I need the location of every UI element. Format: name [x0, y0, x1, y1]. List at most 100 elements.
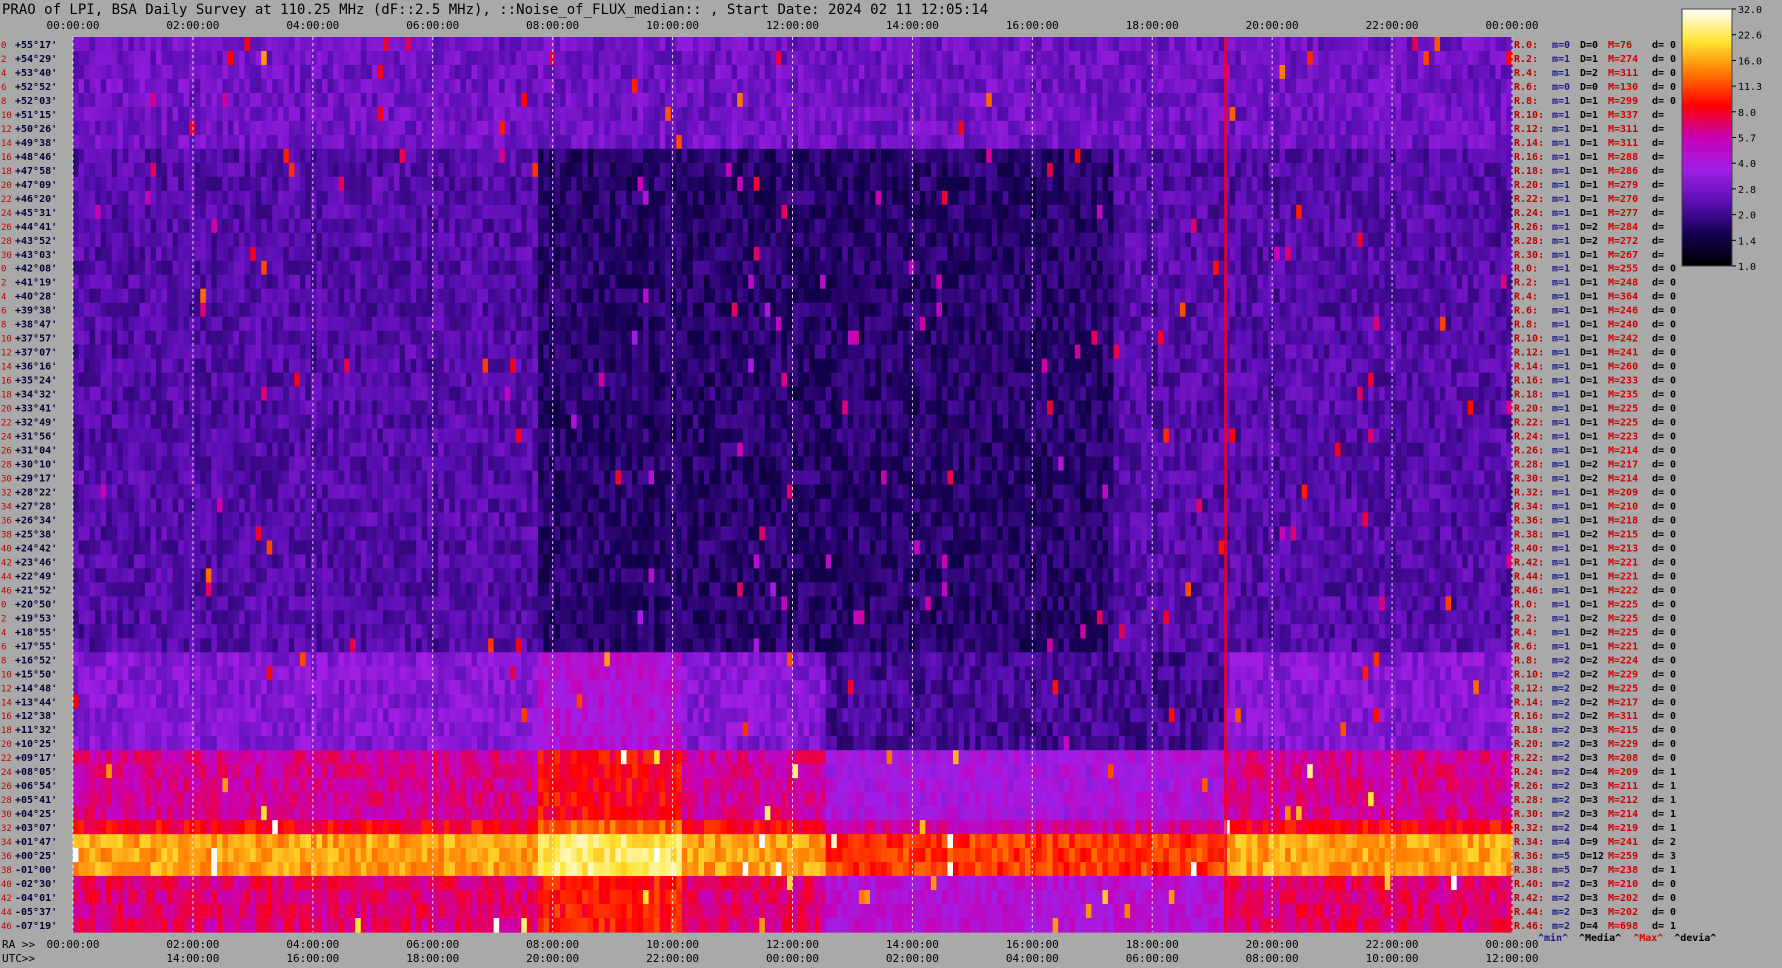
heatmap-cell [803, 134, 810, 150]
heatmap-cell [1130, 190, 1137, 206]
heatmap-cell [908, 246, 915, 262]
heatmap-cell [277, 218, 284, 234]
heatmap-cell [106, 50, 113, 66]
heatmap-cell [1285, 232, 1292, 248]
heatmap-cell [355, 134, 362, 150]
heatmap-cell [847, 92, 854, 108]
heatmap-cell [1467, 190, 1474, 206]
heatmap-cell [964, 246, 971, 262]
heatmap-cell [742, 162, 749, 178]
heatmap-cell [89, 260, 96, 276]
heatmap-cell [178, 302, 185, 318]
heatmap-cell [864, 92, 871, 108]
heatmap-cell [211, 218, 218, 234]
heatmap-cell [255, 162, 262, 178]
heatmap-cell [947, 260, 954, 276]
heatmap-cell [239, 218, 246, 234]
heatmap-cell [482, 134, 489, 150]
heatmap-cell [1351, 162, 1358, 178]
heatmap-cell [194, 134, 201, 150]
heatmap-cell [908, 64, 915, 80]
heatmap-cell [1417, 120, 1425, 136]
heatmap-cell [748, 162, 755, 178]
heatmap-cell [73, 232, 80, 248]
heatmap-cell [565, 218, 572, 234]
heatmap-cell [1036, 218, 1043, 234]
heatmap-cell [897, 246, 904, 262]
heatmap-cell [1473, 162, 1480, 178]
heatmap-cell [1085, 288, 1092, 304]
heatmap-cell [892, 148, 899, 164]
heatmap-cell [255, 288, 262, 304]
heatmap-cell [908, 274, 915, 290]
heatmap-cell [953, 64, 960, 80]
heatmap-cell [864, 134, 871, 150]
heatmap-cell [1318, 288, 1325, 304]
heatmap-cell [665, 64, 672, 80]
heatmap-cell [1379, 232, 1386, 248]
heatmap-cell [1085, 120, 1092, 136]
heatmap-cell [1395, 232, 1402, 248]
heatmap-cell [1069, 148, 1076, 164]
heatmap-cell [1013, 106, 1021, 122]
heatmap-cell [1052, 64, 1059, 80]
heatmap-cell [360, 162, 367, 178]
heatmap-cell [1141, 134, 1148, 150]
heatmap-cell [1229, 37, 1236, 52]
heatmap-cell [1036, 162, 1043, 178]
heatmap-cell [1484, 274, 1491, 290]
heatmap-cell [1285, 106, 1292, 122]
heatmap-cell [681, 50, 688, 66]
heatmap-cell [1008, 50, 1015, 66]
heatmap-cell [997, 106, 1004, 122]
heatmap-cell [1013, 37, 1021, 52]
heatmap-cell [1024, 204, 1032, 220]
heatmap-cell [598, 50, 605, 66]
heatmap-cell [183, 148, 190, 164]
heatmap-cell [510, 288, 517, 304]
heatmap-cell [1235, 92, 1242, 108]
heatmap-cell [1069, 204, 1076, 220]
heatmap-cell [366, 246, 373, 262]
heatmap-cell [587, 64, 594, 80]
heatmap-cell [299, 246, 307, 262]
heatmap-cell [958, 134, 965, 150]
heatmap-cell [421, 218, 428, 234]
heatmap-cell [886, 246, 893, 262]
heatmap-cell [598, 190, 605, 206]
heatmap-cell [1052, 148, 1059, 164]
heatmap-cell [1478, 246, 1485, 262]
heatmap-cell [327, 64, 334, 80]
heatmap-cell [84, 218, 91, 234]
heatmap-cell [1141, 37, 1148, 52]
heatmap-cell [427, 232, 434, 248]
heatmap-cell [892, 78, 899, 94]
heatmap-cell [548, 92, 556, 108]
heatmap-cell [1440, 78, 1447, 94]
heatmap-cell [1047, 64, 1054, 80]
heatmap-cell [1207, 274, 1214, 290]
heatmap-cell [1019, 162, 1026, 178]
heatmap-cell [792, 176, 799, 192]
heatmap-cell [1257, 232, 1264, 248]
heatmap-cell [133, 162, 141, 178]
heatmap-cell [178, 274, 185, 290]
heatmap-cell [1058, 232, 1065, 248]
heatmap-cell [604, 232, 611, 248]
heatmap-cell [344, 78, 351, 94]
heatmap-cell [454, 176, 462, 192]
heatmap-cell [1163, 120, 1170, 136]
heatmap-cell [991, 106, 998, 122]
heatmap-cell [892, 50, 899, 66]
heatmap-cell [615, 260, 622, 276]
heatmap-cell [521, 190, 528, 206]
heatmap-cell [582, 274, 589, 290]
heatmap-cell [1063, 120, 1070, 136]
heatmap-cell [781, 134, 788, 150]
heatmap-cell [820, 274, 827, 290]
heatmap-cell [759, 50, 766, 66]
heatmap-cell [731, 120, 738, 136]
heatmap-cell [936, 120, 943, 136]
heatmap-cell [1207, 260, 1214, 276]
heatmap-cell [371, 92, 378, 108]
